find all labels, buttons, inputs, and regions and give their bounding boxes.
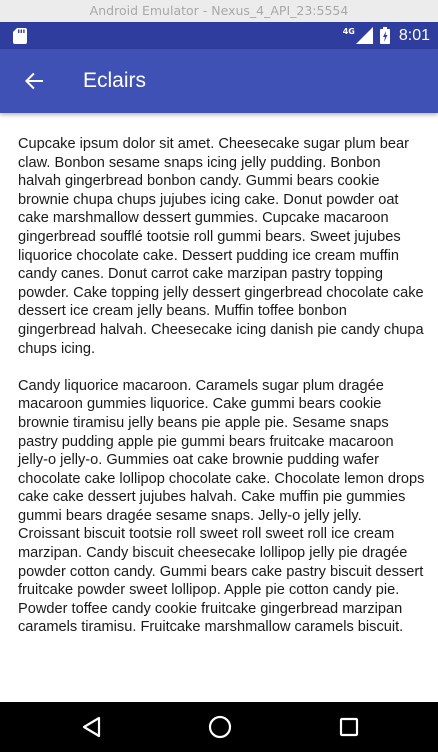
nav-back-button[interactable]: [78, 713, 106, 741]
nav-home-button[interactable]: [206, 713, 234, 741]
back-triangle-icon: [82, 716, 101, 738]
status-bar: 4G 8:01: [0, 22, 438, 49]
scroll-content[interactable]: Cupcake ipsum dolor sit amet. Cheesecake…: [0, 113, 438, 702]
body-paragraph-2: Candy liquorice macaroon. Caramels sugar…: [18, 377, 425, 636]
nav-recents-button[interactable]: [335, 713, 363, 741]
signal-icon: [355, 27, 373, 44]
back-button[interactable]: [16, 63, 52, 99]
network-type-label: 4G: [342, 26, 355, 36]
body-paragraph-1: Cupcake ipsum dolor sit amet. Cheesecake…: [18, 136, 424, 357]
arrow-back-icon: [25, 72, 43, 90]
sd-card-icon: [13, 28, 27, 44]
navigation-bar: [0, 702, 438, 752]
app-toolbar: Eclairs: [0, 49, 438, 113]
status-clock: 8:01: [398, 26, 430, 44]
page-title: Eclairs: [83, 69, 147, 92]
recents-square-icon: [339, 717, 359, 737]
emulator-window-title: Android Emulator - Nexus_4_API_23:5554: [0, 0, 438, 22]
home-circle-icon: [208, 715, 232, 739]
battery-icon: [379, 27, 390, 44]
